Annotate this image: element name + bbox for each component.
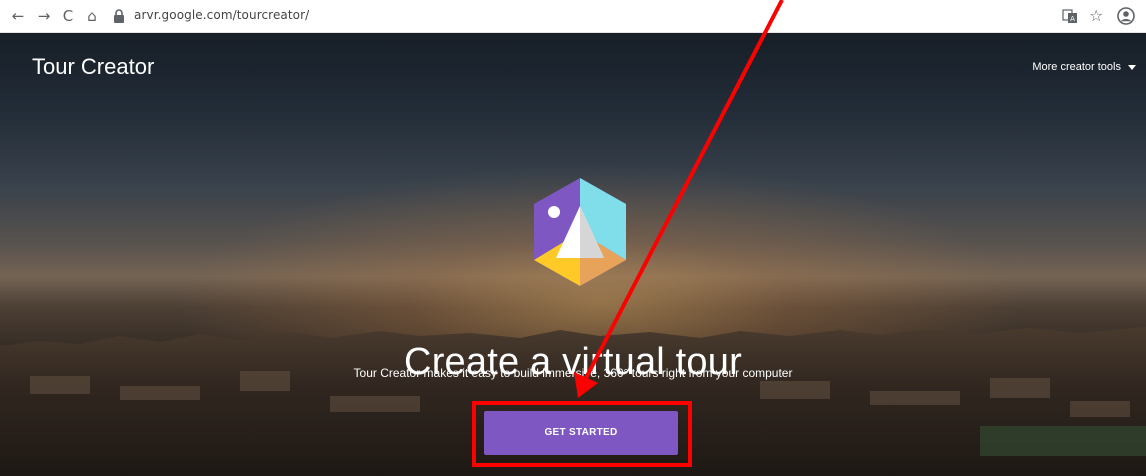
svg-text:A: A xyxy=(1070,15,1075,23)
back-arrow-icon[interactable]: ← xyxy=(8,6,28,26)
reload-icon[interactable]: C xyxy=(58,6,78,26)
hero-section: Tour Creator More creator tools Create a… xyxy=(0,33,1146,476)
more-creator-tools-label: More creator tools xyxy=(1032,61,1121,73)
tour-creator-logo-icon xyxy=(534,178,626,286)
forward-arrow-icon[interactable]: → xyxy=(34,6,54,26)
bookmark-star-icon[interactable]: ☆ xyxy=(1089,6,1103,26)
hero-subtitle: Tour Creator makes it easy to build imme… xyxy=(353,366,793,380)
dropdown-caret-icon xyxy=(1128,64,1136,70)
account-icon[interactable] xyxy=(1117,7,1135,25)
address-bar[interactable]: arvr.google.com/tourcreator/ xyxy=(112,5,1008,27)
site-title[interactable]: Tour Creator xyxy=(32,54,154,80)
home-icon[interactable]: ⌂ xyxy=(82,6,102,26)
translate-icon[interactable]: A xyxy=(1062,8,1078,24)
get-started-button[interactable]: GET STARTED xyxy=(484,411,678,455)
lock-icon xyxy=(114,9,124,23)
more-creator-tools-menu[interactable]: More creator tools xyxy=(1032,61,1136,73)
browser-toolbar: ← → C ⌂ arvr.google.com/tourcreator/ A ☆ xyxy=(0,0,1146,33)
url-text: arvr.google.com/tourcreator/ xyxy=(134,8,310,22)
